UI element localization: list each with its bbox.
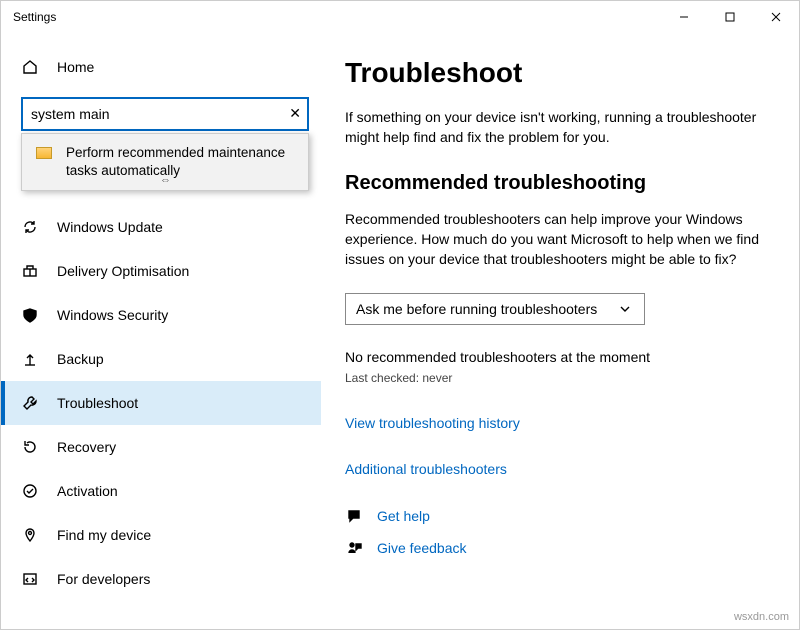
maximize-button[interactable]: [707, 1, 753, 33]
resize-icon: ⇔: [160, 174, 170, 186]
sidebar-item-label: Windows Security: [57, 307, 168, 323]
search-input[interactable]: [21, 97, 309, 131]
chevron-down-icon: [616, 300, 634, 318]
page-title: Troubleshoot: [345, 57, 759, 89]
sidebar-item-label: Find my device: [57, 527, 151, 543]
suggestion-text: Perform recommended maintenance tasks au…: [66, 144, 294, 180]
sidebar-item-label: Backup: [57, 351, 104, 367]
maintenance-icon: [36, 147, 52, 159]
select-value: Ask me before running troubleshooters: [356, 301, 597, 317]
additional-troubleshooters-link[interactable]: Additional troubleshooters: [345, 461, 507, 477]
section-body: Recommended troubleshooters can help imp…: [345, 209, 759, 270]
intro-text: If something on your device isn't workin…: [345, 107, 759, 148]
location-icon: [21, 526, 39, 544]
sync-icon: [21, 218, 39, 236]
feedback-icon: [345, 539, 363, 557]
shield-icon: [21, 306, 39, 324]
search-suggestion[interactable]: Perform recommended maintenance tasks au…: [21, 133, 309, 191]
sidebar-item-activation[interactable]: Activation: [1, 469, 321, 513]
history-link[interactable]: View troubleshooting history: [345, 415, 520, 431]
sidebar-item-label: For developers: [57, 571, 150, 587]
give-feedback-row[interactable]: Give feedback: [345, 539, 759, 557]
minimize-button[interactable]: [661, 1, 707, 33]
recovery-icon: [21, 438, 39, 456]
sidebar-item-for-developers[interactable]: For developers: [1, 557, 321, 601]
give-feedback-link: Give feedback: [377, 540, 467, 556]
section-title: Recommended troubleshooting: [345, 172, 759, 195]
troubleshoot-preference-select[interactable]: Ask me before running troubleshooters: [345, 293, 645, 325]
sidebar-home[interactable]: Home: [1, 45, 321, 89]
last-checked-text: Last checked: never: [345, 371, 759, 385]
sidebar-item-backup[interactable]: Backup: [1, 337, 321, 381]
sidebar-item-windows-security[interactable]: Windows Security: [1, 293, 321, 337]
home-label: Home: [57, 59, 94, 75]
chat-icon: [345, 507, 363, 525]
window-title: Settings: [13, 10, 661, 24]
backup-icon: [21, 350, 39, 368]
get-help-link: Get help: [377, 508, 430, 524]
delivery-icon: [21, 262, 39, 280]
get-help-row[interactable]: Get help: [345, 507, 759, 525]
sidebar-item-windows-update[interactable]: Windows Update: [1, 205, 321, 249]
sidebar-item-label: Recovery: [57, 439, 116, 455]
search-clear-icon[interactable]: ✕: [289, 105, 301, 122]
home-icon: [21, 58, 39, 76]
close-button[interactable]: [753, 1, 799, 33]
sidebar-item-troubleshoot[interactable]: Troubleshoot: [1, 381, 321, 425]
nav-list: Windows Update Delivery Optimisation Win…: [1, 205, 321, 601]
sidebar-item-label: Windows Update: [57, 219, 163, 235]
sidebar-item-find-my-device[interactable]: Find my device: [1, 513, 321, 557]
window-controls: [661, 1, 799, 33]
check-circle-icon: [21, 482, 39, 500]
sidebar-item-label: Troubleshoot: [57, 395, 138, 411]
sidebar-item-delivery-optimisation[interactable]: Delivery Optimisation: [1, 249, 321, 293]
status-text: No recommended troubleshooters at the mo…: [345, 349, 759, 365]
code-icon: [21, 570, 39, 588]
search-wrap: ✕: [21, 97, 309, 131]
main-panel: Troubleshoot If something on your device…: [321, 33, 799, 629]
sidebar-item-label: Activation: [57, 483, 118, 499]
sidebar: Home ✕ Perform recommended maintenance t…: [1, 33, 321, 629]
sidebar-item-recovery[interactable]: Recovery: [1, 425, 321, 469]
sidebar-item-label: Delivery Optimisation: [57, 263, 189, 279]
wrench-icon: [21, 394, 39, 412]
titlebar: Settings: [1, 1, 799, 33]
watermark: wsxdn.com: [734, 611, 789, 623]
